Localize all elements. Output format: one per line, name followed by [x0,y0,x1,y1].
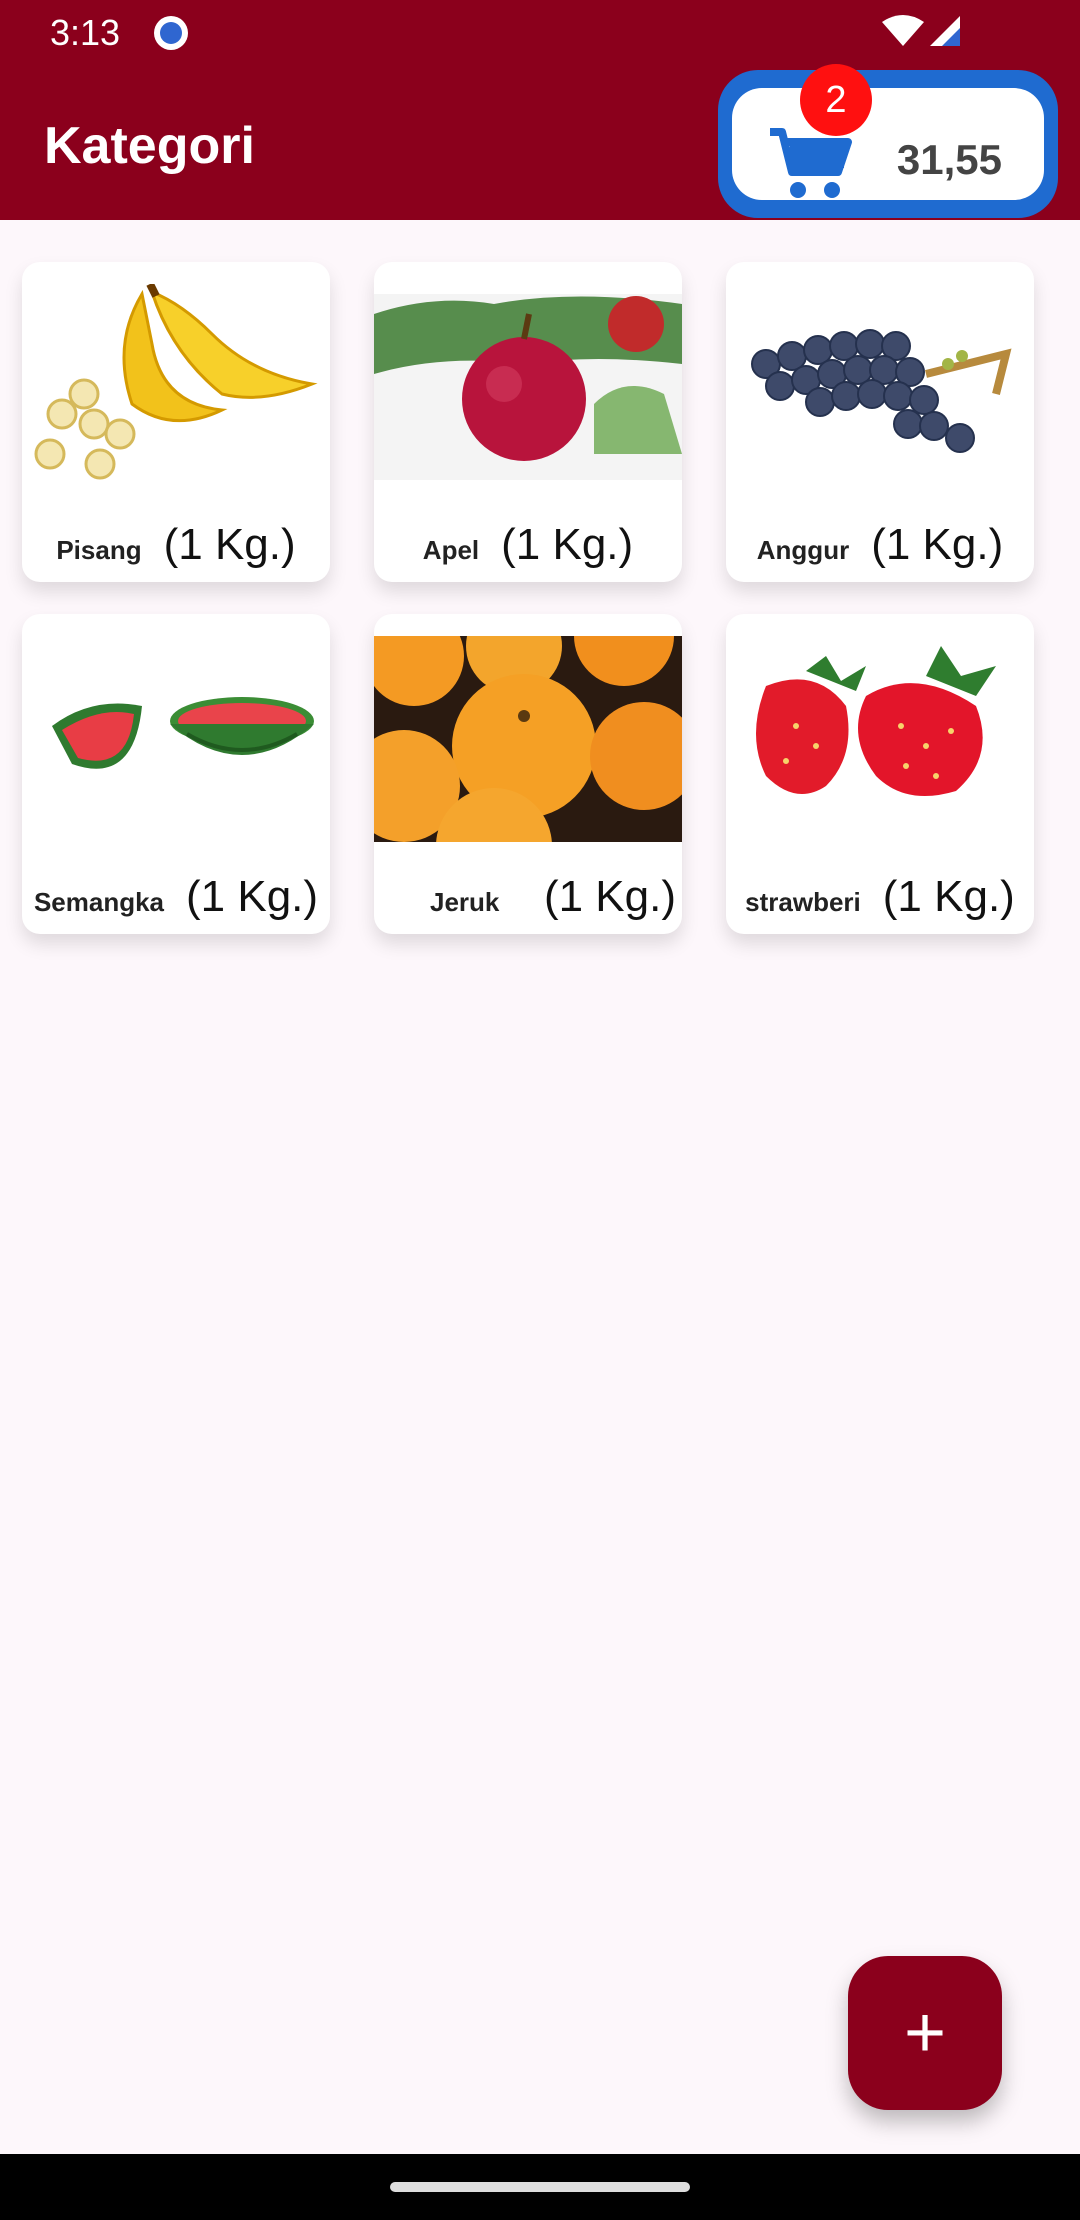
grapes-image [726,284,1034,490]
banana-image [22,284,330,490]
product-card-anggur[interactable]: Anggur (1 Kg.) [726,262,1034,582]
strawberry-image [726,636,1034,842]
cart-summary: 31,55 [732,88,1044,200]
product-label: Apel (1 Kg.) [374,520,682,570]
product-name: Semangka [33,887,165,917]
product-unit: (1 Kg.) [163,520,296,569]
product-unit: (1 Kg.) [186,872,319,921]
add-button[interactable]: + [848,1956,1002,2110]
system-nav-bar [0,2154,1080,2220]
product-unit: (1 Kg.) [882,872,1015,921]
product-card-pisang[interactable]: Pisang (1 Kg.) [22,262,330,582]
plus-icon: + [903,1993,947,2073]
home-gesture-handle[interactable] [390,2182,690,2192]
product-card-semangka[interactable]: Semangka (1 Kg.) [22,614,330,934]
product-unit: (1 Kg.) [501,520,634,569]
category-grid: Pisang (1 Kg.) Apel (1 Kg.) Anggur (1 Kg… [22,262,1052,934]
orange-image [374,636,682,842]
product-name: Apel [422,535,480,565]
product-card-jeruk[interactable]: Jeruk (1 Kg.) [374,614,682,934]
product-name: strawberi [745,887,861,917]
page-title: Kategori [44,117,255,175]
product-name: Pisang [56,535,142,565]
app-notification-icon [154,16,188,50]
signal-icon [930,16,960,46]
product-unit: (1 Kg.) [871,520,1004,569]
product-card-apel[interactable]: Apel (1 Kg.) [374,262,682,582]
watermelon-image [22,636,330,842]
apple-image [374,284,682,490]
shopping-cart-icon [770,128,852,198]
cart-total: 31,55 [896,136,1002,183]
product-name: Anggur [756,535,850,565]
product-label: Jeruk (1 Kg.) [374,872,682,922]
product-name: Jeruk [430,887,500,917]
product-label: strawberi (1 Kg.) [726,872,1034,922]
wifi-icon [882,15,924,46]
product-card-strawberi[interactable]: strawberi (1 Kg.) [726,614,1034,934]
product-label: Pisang (1 Kg.) [22,520,330,570]
product-label: Anggur (1 Kg.) [726,520,1034,570]
cart-count-badge: 2 [800,64,872,136]
cart-button[interactable]: 31,55 [718,70,1058,218]
product-unit: (1 Kg.) [543,872,676,921]
status-time: 3:13 [50,12,121,53]
product-label: Semangka (1 Kg.) [22,872,330,922]
